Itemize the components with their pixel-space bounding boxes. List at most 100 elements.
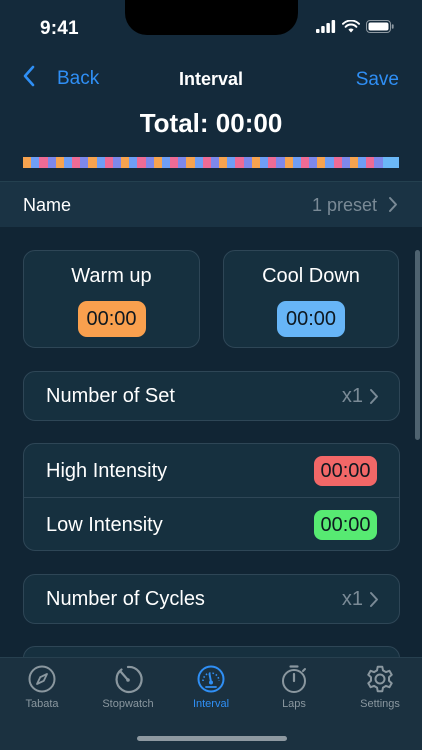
low-intensity-time[interactable]: 00:00 xyxy=(314,510,377,540)
tab-tabata[interactable]: Tabata xyxy=(0,664,84,710)
timeline-segment xyxy=(382,157,391,168)
cool-down-time[interactable]: 00:00 xyxy=(277,301,345,337)
timeline-segment xyxy=(153,157,162,168)
timeline-segment xyxy=(251,157,260,168)
timeline-segment xyxy=(145,157,154,168)
timeline-segment xyxy=(309,157,318,168)
timeline-segment xyxy=(178,157,187,168)
timeline-segment xyxy=(31,157,40,168)
timeline-segment xyxy=(194,157,203,168)
chevron-right-icon xyxy=(388,196,398,218)
timeline-segment xyxy=(210,157,220,168)
timeline-segment xyxy=(63,157,73,168)
timeline-segment xyxy=(292,157,301,168)
timeline-segment xyxy=(268,157,277,168)
intensity-card: High Intensity 00:00 Low Intensity 00:00 xyxy=(23,443,400,551)
timer-icon xyxy=(252,664,336,694)
high-intensity-label: High Intensity xyxy=(46,460,168,482)
number-of-set-value: x1 xyxy=(341,385,363,407)
timeline-segment xyxy=(137,157,146,168)
battery-icon xyxy=(366,20,394,38)
interval-screen: 9:41 Back Interval Save Total: 00:00 Nam… xyxy=(0,0,422,750)
interval-settings: Warm up 00:00 Cool Down 00:00 Number of … xyxy=(0,227,422,686)
timeline-segment xyxy=(325,157,334,168)
timeline-segment xyxy=(23,157,32,168)
timeline-segment xyxy=(39,157,48,168)
stopwatch-icon xyxy=(86,664,170,694)
chevron-right-icon xyxy=(369,591,379,613)
timeline-segment xyxy=(374,157,383,168)
name-row[interactable]: Name 1 preset xyxy=(0,182,422,227)
name-label: Name xyxy=(23,195,72,215)
timeline-segment xyxy=(284,157,293,168)
timeline-segment xyxy=(121,157,130,168)
timeline-segment xyxy=(300,157,310,168)
number-of-cycles-value: x1 xyxy=(341,588,363,610)
name-value: 1 preset xyxy=(311,195,377,215)
home-indicator xyxy=(137,736,287,741)
status-time: 9:41 xyxy=(40,18,79,39)
timeline-segment xyxy=(349,157,359,168)
timeline-segment xyxy=(227,157,236,168)
timeline-segment xyxy=(72,157,81,168)
tab-interval-label: Interval xyxy=(192,698,230,710)
scrollbar[interactable] xyxy=(415,250,420,440)
timeline-segment xyxy=(104,157,113,168)
timeline-segment xyxy=(80,157,89,168)
timeline-segment xyxy=(390,157,399,168)
cool-down-title: Cool Down xyxy=(262,265,360,287)
number-of-set-label: Number of Set xyxy=(46,385,175,407)
number-of-cycles-label: Number of Cycles xyxy=(46,588,205,610)
timeline-segment xyxy=(235,157,244,168)
timeline-segment xyxy=(96,157,105,168)
timeline-segment xyxy=(333,157,342,168)
warm-up-time[interactable]: 00:00 xyxy=(77,301,146,337)
tab-stopwatch-label: Stopwatch xyxy=(102,698,154,710)
tab-settings-label: Settings xyxy=(360,698,400,710)
cool-down-card[interactable]: Cool Down 00:00 xyxy=(223,250,399,348)
compass-icon xyxy=(0,664,84,694)
chevron-right-icon xyxy=(369,388,379,410)
gear-icon xyxy=(338,664,422,694)
interval-timeline-bar xyxy=(23,157,399,168)
warm-up-title: Warm up xyxy=(71,265,152,287)
tab-laps-label: Laps xyxy=(282,698,306,710)
wifi-icon xyxy=(342,19,360,38)
timeline-segment xyxy=(129,157,138,168)
navigation-bar: Back Interval Save xyxy=(0,56,422,102)
timeline-segment xyxy=(243,157,252,168)
divider xyxy=(24,497,399,498)
save-button[interactable]: Save xyxy=(356,69,399,91)
tab-laps[interactable]: Laps xyxy=(252,664,336,710)
gauge-icon xyxy=(169,664,253,694)
high-intensity-time[interactable]: 00:00 xyxy=(314,456,377,486)
timeline-segment xyxy=(366,157,375,168)
warm-up-card[interactable]: Warm up 00:00 xyxy=(23,250,200,348)
timeline-segment xyxy=(259,157,269,168)
timeline-segment xyxy=(170,157,179,168)
number-of-cycles-row[interactable]: Number of Cycles x1 xyxy=(23,574,400,624)
tab-tabata-label: Tabata xyxy=(25,698,59,710)
timeline-segment xyxy=(219,157,228,168)
tab-stopwatch[interactable]: Stopwatch xyxy=(86,664,170,710)
timeline-segment xyxy=(358,157,367,168)
low-intensity-label: Low Intensity xyxy=(46,514,163,536)
timeline-segment xyxy=(47,157,56,168)
timeline-segment xyxy=(202,157,211,168)
timeline-segment xyxy=(341,157,350,168)
timeline-segment xyxy=(112,157,122,168)
status-bar: 9:41 xyxy=(0,0,422,56)
timeline-segment xyxy=(88,157,97,168)
timeline-segment xyxy=(161,157,171,168)
timeline-segment xyxy=(276,157,285,168)
tab-settings[interactable]: Settings xyxy=(338,664,422,710)
total-duration: Total: 00:00 xyxy=(139,108,283,138)
cellular-signal-icon xyxy=(316,20,336,38)
timeline-segment xyxy=(186,157,195,168)
timeline-segment xyxy=(317,157,326,168)
camera-notch xyxy=(125,0,298,35)
number-of-set-row[interactable]: Number of Set x1 xyxy=(23,371,400,421)
tab-interval[interactable]: Interval xyxy=(169,664,253,710)
timeline-segment xyxy=(55,157,64,168)
status-icons xyxy=(316,19,394,38)
